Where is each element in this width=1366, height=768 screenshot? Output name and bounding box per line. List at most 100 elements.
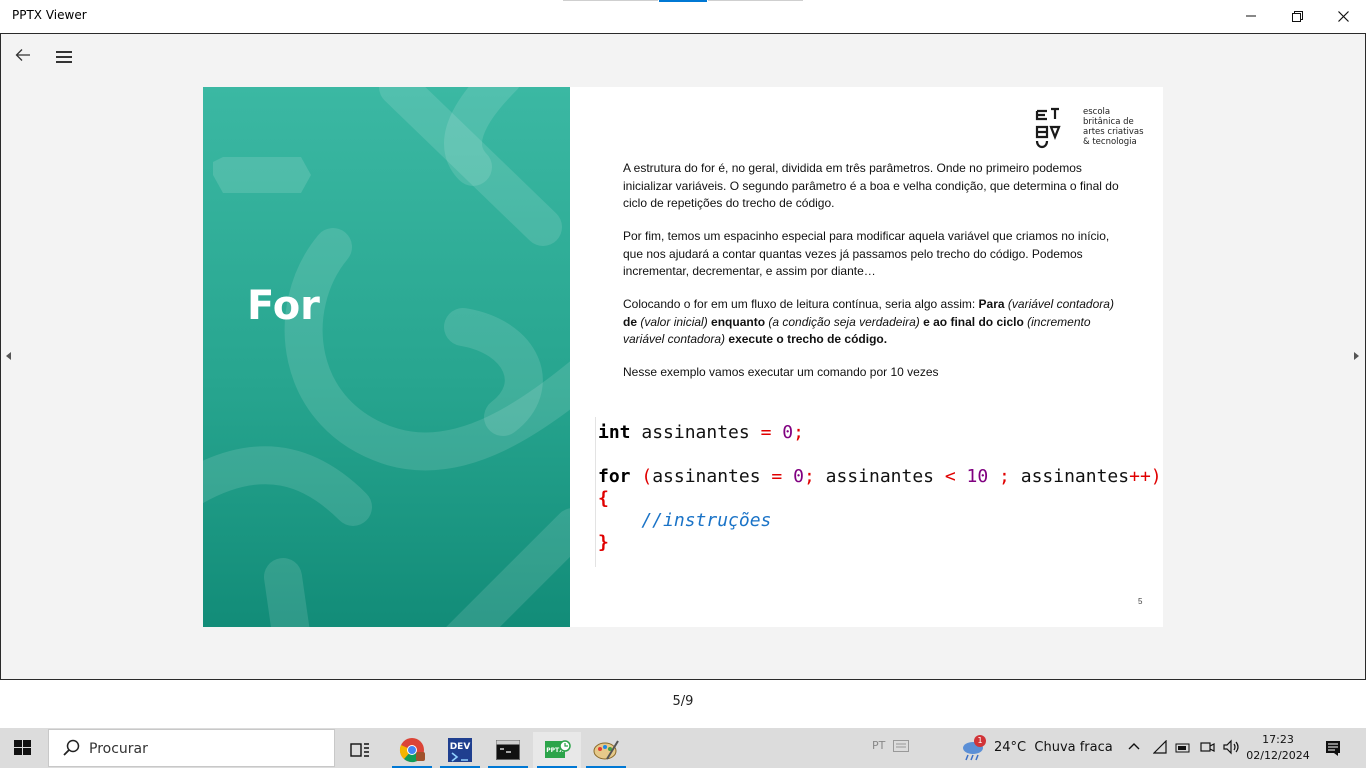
chrome-icon	[399, 738, 425, 763]
p3-intro: Colocando o for em um fluxo de leitura c…	[623, 297, 979, 311]
code-token: (	[630, 466, 653, 487]
close-button[interactable]	[1320, 0, 1366, 32]
weather-widget[interactable]: 1 24°C Chuva fraca	[958, 734, 1113, 762]
p3-execute: execute o trecho de código.	[728, 332, 888, 346]
paint-icon	[593, 740, 619, 760]
pptx-viewer-icon: PPTX	[545, 740, 571, 758]
terminal-icon	[496, 740, 520, 760]
viewer-area: For escola britânica de artes criativas …	[0, 33, 1366, 680]
tab-indicator	[563, 0, 658, 1]
p3-p1: (variável contadora)	[1004, 297, 1114, 311]
code-token: ++	[1129, 466, 1151, 487]
restore-icon	[1291, 10, 1303, 22]
language-indicator[interactable]: PT	[872, 739, 885, 752]
meet-icon[interactable]	[1199, 740, 1215, 754]
tab-indicator-active	[659, 0, 707, 2]
p3-p3: (a condição seja verdadeira)	[765, 314, 924, 329]
code-token: assinantes	[1009, 466, 1130, 487]
paragraph-3: Colocando o for em um fluxo de leitura c…	[623, 296, 1123, 349]
pptx-viewer-button[interactable]: PPTX	[533, 732, 581, 768]
svg-text:DEV: DEV	[450, 742, 471, 752]
code-token: for	[598, 466, 631, 487]
keyboard-icon[interactable]	[893, 740, 909, 752]
code-token: 10	[955, 466, 989, 487]
back-button[interactable]	[15, 48, 35, 64]
logo-text: escola britânica de artes criativas & te…	[1083, 107, 1144, 147]
code-token: )	[1150, 466, 1162, 487]
prev-slide-button[interactable]	[6, 352, 12, 363]
weather-badge: 1	[974, 735, 986, 747]
dev-cpp-icon: DEV	[448, 738, 472, 762]
decorative-shapes	[203, 87, 570, 627]
dev-cpp-button[interactable]: DEV	[436, 732, 484, 768]
code-line-2: for (assinantes = 0; assinantes < 10 ; a…	[598, 466, 1162, 488]
code-token: =	[771, 466, 783, 487]
notification-icon[interactable]	[1325, 740, 1341, 756]
code-block: int assinantes = 0; for (assinantes = 0;…	[595, 417, 1162, 567]
paint-button[interactable]	[582, 732, 630, 768]
app-title: PPTX Viewer	[12, 8, 87, 22]
slide: For escola britânica de artes criativas …	[203, 87, 1163, 627]
wifi-icon[interactable]	[1153, 740, 1167, 754]
chrome-button[interactable]	[388, 732, 436, 768]
code-line-3: {	[598, 488, 609, 509]
code-token: assinantes	[630, 422, 761, 443]
code-token: ;	[793, 422, 804, 443]
task-view-button[interactable]	[336, 732, 384, 768]
code-token: assinantes	[652, 466, 772, 487]
p3-enquanto: enquanto	[711, 314, 766, 329]
paragraph-2: Por fim, temos um espacinho especial par…	[623, 229, 1110, 278]
hamburger-menu-button[interactable]	[56, 51, 72, 63]
code-token: ;	[988, 466, 1010, 487]
logo-line: artes criativas	[1083, 127, 1144, 137]
start-button[interactable]	[14, 740, 32, 756]
code-line-4: //instruções	[598, 510, 772, 531]
code-token: int	[598, 422, 631, 443]
close-icon	[1337, 10, 1349, 22]
search-placeholder: Procurar	[89, 741, 148, 757]
logo-line: & tecnologia	[1083, 137, 1137, 147]
p3-para: Para	[978, 297, 1005, 311]
paragraph-1: A estrutura do for é, no geral, dividida…	[623, 161, 1119, 210]
slide-counter: 5/9	[672, 694, 694, 709]
minimize-icon	[1246, 15, 1256, 17]
weather-text: 24°C Chuva fraca	[994, 740, 1113, 755]
code-token: <	[944, 466, 956, 487]
search-box[interactable]: Procurar	[48, 729, 335, 767]
restore-button[interactable]	[1274, 0, 1320, 32]
clock[interactable]: 17:23 02/12/2024	[1246, 731, 1310, 765]
volume-icon[interactable]	[1222, 739, 1240, 755]
code-token: assinantes	[814, 466, 945, 487]
search-icon	[63, 739, 80, 756]
logo-line: britânica de	[1083, 117, 1134, 127]
slide-title: For	[247, 283, 320, 329]
code-token: 0	[782, 466, 804, 487]
tab-indicator	[708, 0, 803, 1]
chevron-left-icon	[6, 352, 11, 360]
clock-time: 17:23	[1262, 733, 1294, 746]
next-slide-button[interactable]	[1354, 352, 1360, 363]
task-view-icon	[350, 743, 369, 757]
arrow-left-icon	[15, 49, 30, 61]
p3-de: de	[623, 314, 638, 329]
clock-date: 02/12/2024	[1246, 749, 1310, 762]
code-line-1: int assinantes = 0;	[598, 422, 804, 444]
code-token: 0	[771, 422, 794, 443]
code-token: ;	[803, 466, 815, 487]
p3-final: e ao final do ciclo	[923, 314, 1024, 329]
chevron-right-icon	[1354, 352, 1359, 360]
hamburger-menu-icon	[56, 51, 72, 53]
taskbar: Procurar DEV PPTX PT 1 24°C Chuva fraca …	[0, 728, 1366, 768]
minimize-button[interactable]	[1228, 0, 1274, 32]
slide-title-panel: For	[203, 87, 570, 627]
chevron-up-icon[interactable]	[1128, 742, 1140, 750]
code-token: =	[760, 422, 772, 443]
title-bar: PPTX Viewer	[0, 0, 1366, 32]
battery-icon[interactable]	[1175, 741, 1191, 753]
paragraph-4: Nesse exemplo vamos executar um comando …	[623, 365, 939, 379]
terminal-button[interactable]	[484, 732, 532, 768]
slide-page-number: 5	[1138, 597, 1143, 606]
logo-line: escola	[1083, 107, 1111, 117]
p3-p2: (valor inicial)	[637, 314, 712, 329]
code-line-5: }	[598, 532, 609, 553]
